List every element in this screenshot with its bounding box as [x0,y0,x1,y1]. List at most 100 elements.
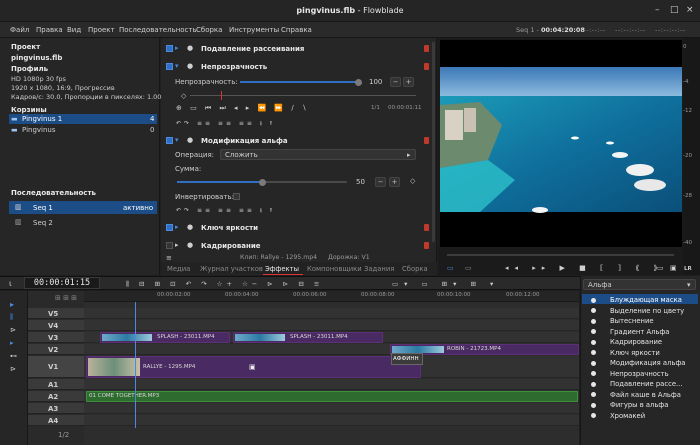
playback-controls[interactable]: ◂◂ ▸▸ ▶ ■ ⟦ ⟧ ⟪ ⟫ [505,264,663,272]
minimize-icon[interactable]: – [655,5,660,15]
track-row[interactable] [84,320,579,331]
track-head[interactable]: A3 [28,403,84,414]
opacity-slider[interactable] [240,78,362,86]
source-view-icon[interactable]: ▭ [447,264,454,272]
timeline-audio-clip[interactable]: 01 COME TOGETHER.MP3 [86,391,578,402]
track-head[interactable]: A4 [28,415,84,426]
filter-item[interactable]: Модификация альфа [610,359,685,367]
menu-tools[interactable]: Инструменты [229,26,279,34]
filter-group-dropdown[interactable]: Альфа ▾ [583,279,696,290]
fullscreen-icon[interactable]: ▣ [670,264,677,272]
compositor-clip[interactable]: АФФИНН [391,353,423,365]
expand-arrow-icon[interactable]: ▸ [175,223,179,231]
hamburger-icon[interactable]: ≡ [166,254,172,262]
effect-enable-checkbox[interactable] [166,63,173,70]
filter-item[interactable]: Фигуры в альфа [610,401,668,409]
keyframe-tools[interactable]: ↶↷ ≡≡ ≡≡ ≡≡ ⭳ ⭱ [176,119,275,129]
slip-tool-icon[interactable]: ⊷ [10,352,17,360]
sequence-item[interactable]: ▥ Seq 2 [9,216,157,229]
tab-media[interactable]: Медиа [167,265,190,273]
bin-item[interactable]: ▬ Pingvinus 0 [9,125,157,135]
sequence-item-selected[interactable]: ▥ Seq 1 активно [9,201,157,214]
track-head[interactable]: V3 [28,332,84,343]
timeline-clip-selected[interactable]: RALLYE - 1295.MP4 ▣ [86,356,421,378]
expand-arrow-icon[interactable]: ▸ [175,241,179,249]
layout-icon[interactable]: ▭ [657,264,664,272]
menu-render[interactable]: Сборка [196,26,222,34]
tab-jobs[interactable]: Задания [364,265,394,273]
increment-button[interactable]: + [403,77,414,87]
delete-effect-icon[interactable] [424,242,429,249]
tab-range-log[interactable]: Журнал участков [200,265,263,273]
track-head-tools[interactable]: ⊞ ⊞ ⊞ [55,294,77,302]
filter-item[interactable]: Файл каше в Альфа [610,391,681,399]
filter-item[interactable]: Вытеснение [610,317,654,325]
timeline-tools[interactable]: ⫼ ⊟ ⊞ ⊡ ↶ ↷ ☆+ ☆− ⊳ ⊳ ⊟ ≡ [126,280,323,289]
filter-item[interactable]: Блуждающая маска [610,296,682,304]
track-head[interactable]: V1 [28,356,84,378]
collapse-arrow-icon[interactable]: ▾ [175,136,179,144]
ripple-tool-icon[interactable]: ⫼ [10,313,13,322]
track-row[interactable] [84,379,579,390]
expand-arrow-icon[interactable]: ▸ [175,44,179,52]
close-icon[interactable]: × [686,5,694,15]
filter-item[interactable]: Градиент Альфа [610,328,669,336]
timeline-clip[interactable]: SPLASH - 23011.MP4 [100,332,230,343]
tab-effects[interactable]: Эффекты [265,265,299,273]
playhead[interactable] [135,302,136,428]
timeline-view-tools[interactable]: ▭▾ ▭ ⊞▾ ⊞ ▾ [392,280,499,288]
effect-enable-checkbox[interactable] [166,45,173,52]
menu-help[interactable]: Справка [281,26,312,34]
keyframe-diamond-icon[interactable]: ◇ [410,177,415,185]
maximize-icon[interactable]: □ [670,5,679,15]
trim-tool-icon[interactable]: ⊳ [10,326,16,334]
decrement-button[interactable]: − [390,77,401,87]
pointer-tool-icon[interactable]: ▸ [10,300,14,309]
keyframe-track[interactable] [190,95,416,96]
keyframe-tools[interactable]: ↶↷ ≡≡ ≡≡ ≡≡ ⭳ ⭱ [176,206,275,216]
invert-checkbox[interactable] [233,193,240,200]
effect-enable-checkbox[interactable] [166,137,173,144]
box-tool-icon[interactable]: ⊳ [10,365,16,373]
menu-edit[interactable]: Правка [36,26,63,34]
track-head[interactable]: V4 [28,320,84,331]
decrement-button[interactable]: − [375,177,386,187]
delete-effect-icon[interactable] [424,137,429,144]
track-head[interactable]: V2 [28,344,84,355]
sum-slider[interactable] [177,178,347,186]
filter-item[interactable]: Ключ яркости [610,349,660,357]
effect-enable-checkbox[interactable] [166,242,173,249]
track-head[interactable]: V5 [28,308,84,319]
track-head[interactable]: A2 [28,391,84,402]
video-preview[interactable] [440,40,682,247]
bin-item-selected[interactable]: ▬ Pingvinus 1 4 [9,114,157,124]
menu-file[interactable]: Файл [10,26,29,34]
track-head[interactable]: A1 [28,379,84,390]
filter-item[interactable]: Хромакей [610,412,645,420]
filter-item[interactable]: Выделение по цвету [610,307,684,315]
tab-render[interactable]: Сборка [402,265,428,273]
effect-enable-checkbox[interactable] [166,224,173,231]
menu-project[interactable]: Проект [88,26,115,34]
track-row[interactable] [84,308,579,319]
operation-dropdown[interactable]: Сложить ▸ [220,149,416,160]
monitor-position-bar[interactable] [447,254,674,256]
filter-item[interactable]: Кадрирование [610,338,662,346]
tab-compositors[interactable]: Компоновщики [307,265,362,273]
increment-button[interactable]: + [389,177,400,187]
track-row[interactable] [84,415,579,426]
track-row[interactable] [84,403,579,414]
keyframe-controls[interactable]: ⊕ ▭ ⏮ ⏭ ◂ ▸ ⏪ ⏩ ∕ ∖ [176,104,309,113]
delete-effect-icon[interactable] [424,63,429,70]
edit-mode-icon[interactable]: ɩ [9,279,12,288]
delete-effect-icon[interactable] [424,45,429,52]
filter-item[interactable]: Подавление рассе... [610,380,683,388]
delete-effect-icon[interactable] [424,224,429,231]
roll-tool-icon[interactable]: ▸ [10,339,14,347]
timeline-clip[interactable]: SPLASH - 23011.MP4 [233,332,383,343]
effects-scrollbar[interactable] [432,42,435,242]
menu-sequence[interactable]: Последовательность [119,26,197,34]
timeline-view-icon[interactable]: ▭ [465,264,472,272]
filter-item[interactable]: Непрозрачность [610,370,669,378]
collapse-arrow-icon[interactable]: ▾ [175,62,179,70]
